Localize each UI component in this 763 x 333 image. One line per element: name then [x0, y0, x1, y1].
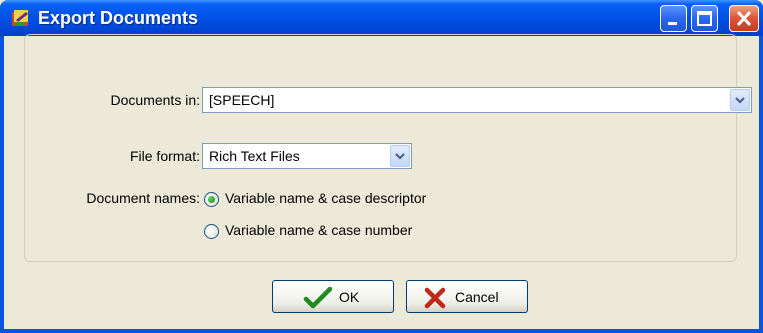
- app-icon: [10, 8, 32, 28]
- cancel-label: Cancel: [455, 289, 499, 305]
- file-format-dropdown[interactable]: Rich Text Files: [202, 143, 412, 169]
- checkmark-icon: [303, 287, 333, 309]
- documents-in-label: Documents in:: [110, 92, 200, 108]
- file-format-value: Rich Text Files: [209, 148, 300, 164]
- close-icon: [736, 10, 752, 27]
- radio-label-case-descriptor[interactable]: Variable name & case descriptor: [225, 190, 426, 206]
- radio-case-number[interactable]: [204, 224, 219, 239]
- chevron-down-icon[interactable]: [390, 145, 410, 167]
- x-icon: [424, 287, 446, 309]
- maximize-button[interactable]: [691, 5, 718, 32]
- window-title: Export Documents: [38, 8, 199, 28]
- documents-in-dropdown[interactable]: [SPEECH]: [202, 87, 752, 113]
- minimize-icon: [668, 22, 677, 25]
- file-format-label: File format:: [129, 148, 200, 164]
- close-button[interactable]: [729, 5, 759, 32]
- ok-label: OK: [339, 289, 360, 305]
- title-bar[interactable]: Export Documents: [0, 0, 763, 36]
- chevron-down-icon[interactable]: [730, 89, 750, 111]
- document-names-label: Document names:: [86, 190, 200, 206]
- documents-in-value: [SPEECH]: [209, 92, 275, 108]
- export-documents-window: Export Documents Documents in: [SPEECH] …: [0, 0, 763, 333]
- dialog-body: Documents in: [SPEECH] File format: Rich…: [4, 34, 759, 329]
- minimize-button[interactable]: [660, 5, 687, 32]
- cancel-button[interactable]: Cancel: [406, 280, 528, 313]
- radio-selected-dot: [208, 196, 215, 203]
- ok-button[interactable]: OK: [272, 280, 394, 313]
- radio-case-descriptor[interactable]: [204, 192, 219, 207]
- radio-label-case-number[interactable]: Variable name & case number: [225, 222, 412, 238]
